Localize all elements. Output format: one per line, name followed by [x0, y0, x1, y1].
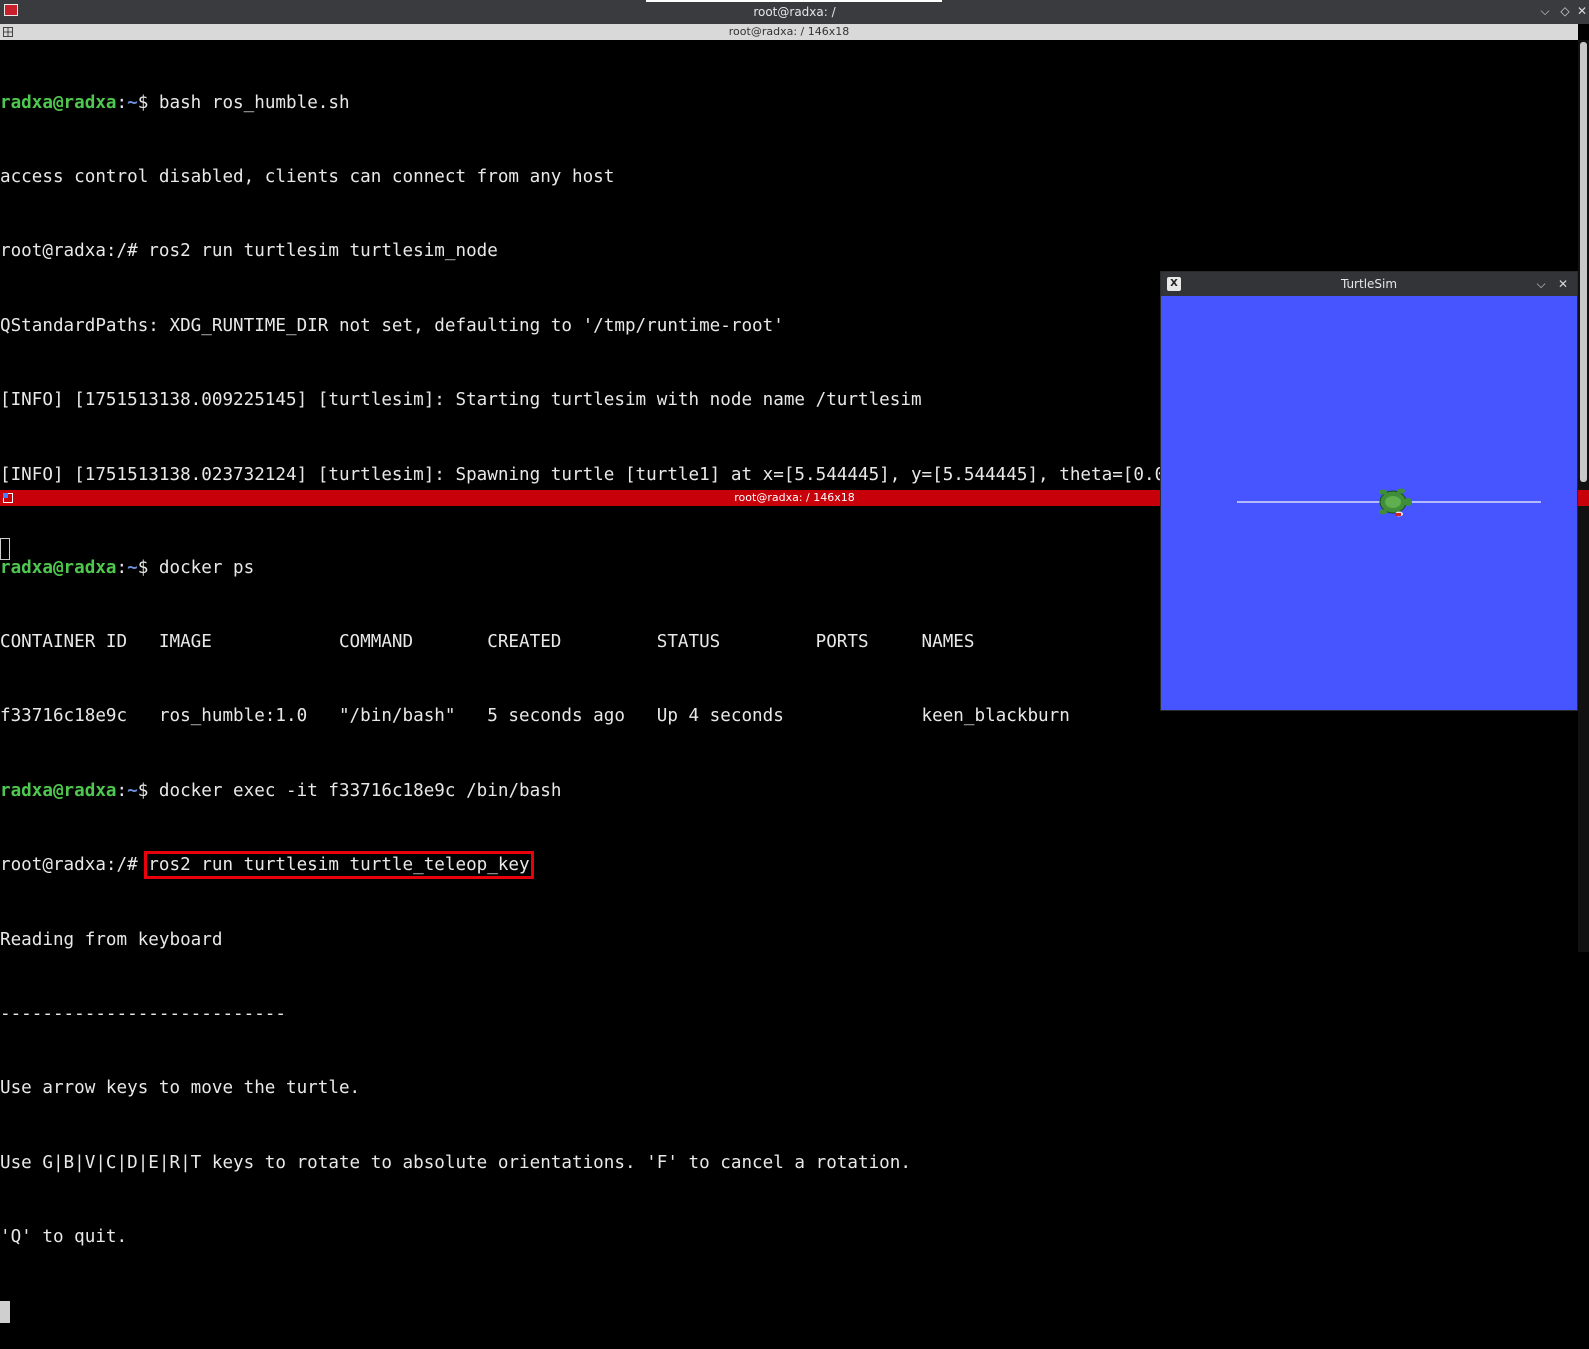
- terminal-line: 'Q' to quit.: [0, 1227, 128, 1248]
- teleop-command-highlight: ros2 run turtlesim turtle_teleop_key: [144, 851, 534, 880]
- window-title: root@radxa: /: [753, 5, 836, 19]
- turtlesim-minimize-button[interactable]: ⌵: [1533, 276, 1549, 292]
- active-title-indicator: [646, 0, 942, 2]
- terminal-line: access control disabled, clients can con…: [0, 166, 615, 187]
- terminal-line: root@radxa:/# ros2 run turtlesim turtles…: [0, 241, 498, 262]
- maximize-button[interactable]: ◇: [1557, 3, 1573, 19]
- pane-bottom-title: root@radxa: / 146x18: [734, 491, 855, 504]
- terminal-line: root@radxa:/# ros2 run turtlesim turtle_…: [0, 851, 1578, 880]
- close-button[interactable]: ✕: [1574, 3, 1589, 19]
- terminal-line: Use G|B|V|C|D|E|R|T keys to rotate to ab…: [0, 1152, 911, 1173]
- turtlesim-window[interactable]: X TurtleSim ⌵ ✕: [1161, 272, 1577, 710]
- turtlesim-titlebar[interactable]: X TurtleSim ⌵ ✕: [1161, 272, 1577, 296]
- terminal-line: [0, 1300, 1578, 1325]
- split-pane-icon[interactable]: [3, 493, 13, 503]
- minimize-button[interactable]: ⌵: [1537, 3, 1553, 19]
- scrollbar-active-marker: [1578, 490, 1589, 506]
- terminal-line: radxa@radxa:~$ docker exec -it f33716c18…: [0, 780, 562, 801]
- terminal-cursor: [0, 1300, 10, 1323]
- pane-top-title: root@radxa: / 146x18: [728, 25, 850, 38]
- pane-top-titlebar[interactable]: root@radxa: / 146x18: [0, 24, 1578, 40]
- turtlesim-canvas[interactable]: [1161, 296, 1577, 710]
- split-pane-icon[interactable]: [3, 27, 13, 37]
- root-prompt: root@radxa:/#: [0, 855, 149, 876]
- scrollbar-thumb[interactable]: [1580, 42, 1587, 482]
- terminal-line: ---------------------------: [0, 1003, 286, 1024]
- window-titlebar: root@radxa: / ⌵ ◇ ✕: [0, 0, 1589, 24]
- turtlesim-close-button[interactable]: ✕: [1555, 276, 1571, 292]
- terminal-line: radxa@radxa:~$ bash ros_humble.sh: [0, 92, 350, 113]
- turtlesim-title: TurtleSim: [1340, 277, 1398, 291]
- terminal-line: Use arrow keys to move the turtle.: [0, 1078, 361, 1099]
- terminal-line: Reading from keyboard: [0, 929, 223, 950]
